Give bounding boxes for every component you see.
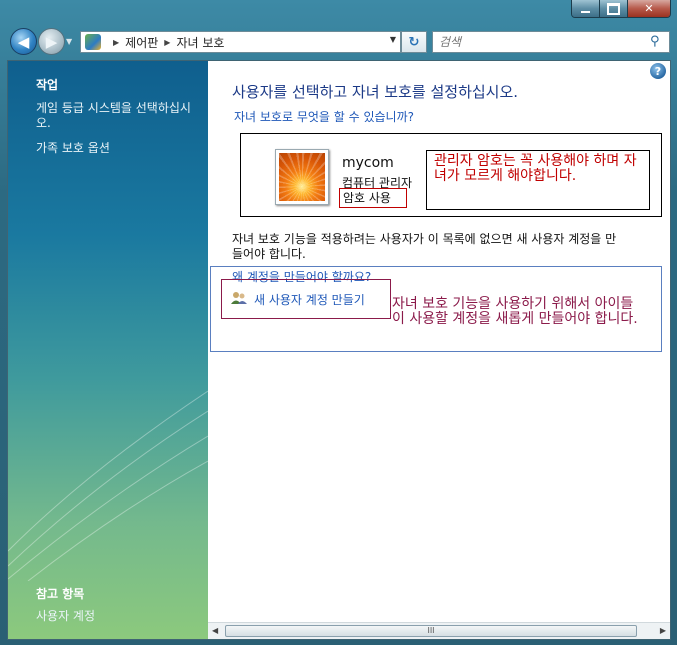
flower-avatar-image (279, 153, 325, 201)
close-button[interactable]: ✕ (628, 0, 670, 17)
password-status-highlight: 암호 사용 (339, 188, 407, 208)
minimize-button[interactable] (572, 0, 600, 17)
window-frame: ✕ ◀ ▶ ▼ ▶ 제어판 ▶ 자녀 보호 ▼ ↻ ⚲ 작업 게임 등급 시스템… (0, 0, 677, 645)
recent-pages-chevron-icon[interactable]: ▼ (66, 37, 76, 47)
task-pane: 작업 게임 등급 시스템을 선택하십시오. 가족 보호 옵션 참고 항목 사용자… (8, 61, 208, 639)
maximize-button[interactable] (600, 0, 628, 17)
client-area: 작업 게임 등급 시스템을 선택하십시오. 가족 보호 옵션 참고 항목 사용자… (7, 60, 671, 640)
back-arrow-icon[interactable]: ◀ (10, 28, 37, 55)
forward-arrow-icon[interactable]: ▶ (38, 28, 65, 55)
search-icon[interactable]: ⚲ (650, 34, 666, 50)
help-icon[interactable]: ? (650, 63, 666, 79)
sidebar-link-family-safety-options[interactable]: 가족 보호 옵션 (36, 141, 201, 156)
scroll-left-arrow-icon[interactable]: ◀ (212, 626, 218, 635)
breadcrumb-parental-controls[interactable]: 자녀 보호 (176, 34, 224, 51)
tasks-heading: 작업 (36, 78, 59, 92)
scrollbar-thumb[interactable]: III (225, 625, 637, 637)
page-title: 사용자를 선택하고 자녀 보호를 설정하십시오. (232, 83, 519, 101)
user-account-tile[interactable]: mycom 컴퓨터 관리자 암호 사용 관리자 암호는 꼭 사용해야 하며 자녀… (240, 133, 662, 217)
navigation-bar: ◀ ▶ ▼ ▶ 제어판 ▶ 자녀 보호 ▼ ↻ ⚲ (0, 22, 677, 60)
control-panel-icon (85, 34, 101, 50)
info-text: 자녀 보호 기능을 적용하려는 사용자가 이 목록에 없으면 새 사용자 계정을… (232, 232, 617, 261)
address-dropdown-icon[interactable]: ▼ (390, 35, 396, 44)
horizontal-scrollbar[interactable]: ◀ III ▶ (208, 622, 670, 639)
user-avatar[interactable] (275, 149, 329, 205)
admin-password-annotation: 관리자 암호는 꼭 사용해야 하며 자녀가 모르게 해야합니다. (426, 150, 650, 210)
create-new-user-account-link[interactable]: 새 사용자 계정 만들기 (254, 291, 365, 308)
see-also-heading: 참고 항목 (36, 587, 85, 601)
sidebar-link-user-accounts[interactable]: 사용자 계정 (36, 609, 201, 624)
refresh-icon[interactable]: ↻ (401, 31, 427, 53)
sidebar-swoosh-decoration (8, 390, 208, 581)
account-name: mycom (342, 155, 394, 171)
create-account-annotation: 자녀 보호 기능을 사용하기 위해서 아이들이 사용할 계정을 새롭게 만들어야… (392, 296, 638, 327)
main-pane: ? 사용자를 선택하고 자녀 보호를 설정하십시오. 자녀 보호로 무엇을 할 … (208, 61, 670, 639)
caption-buttons: ✕ (571, 0, 671, 18)
address-bar[interactable]: ▶ 제어판 ▶ 자녀 보호 ▼ (80, 31, 401, 53)
breadcrumb-separator-icon[interactable]: ▶ (164, 38, 170, 47)
breadcrumb-control-panel[interactable]: 제어판 (125, 34, 158, 51)
scroll-right-arrow-icon[interactable]: ▶ (660, 626, 666, 635)
sidebar-link-game-ratings[interactable]: 게임 등급 시스템을 선택하십시오. (36, 101, 201, 131)
breadcrumb-separator-icon[interactable]: ▶ (113, 38, 119, 47)
users-icon (231, 292, 247, 304)
what-can-parental-controls-do-link[interactable]: 자녀 보호로 무엇을 할 수 있습니까? (234, 108, 414, 125)
search-input[interactable] (432, 31, 670, 53)
